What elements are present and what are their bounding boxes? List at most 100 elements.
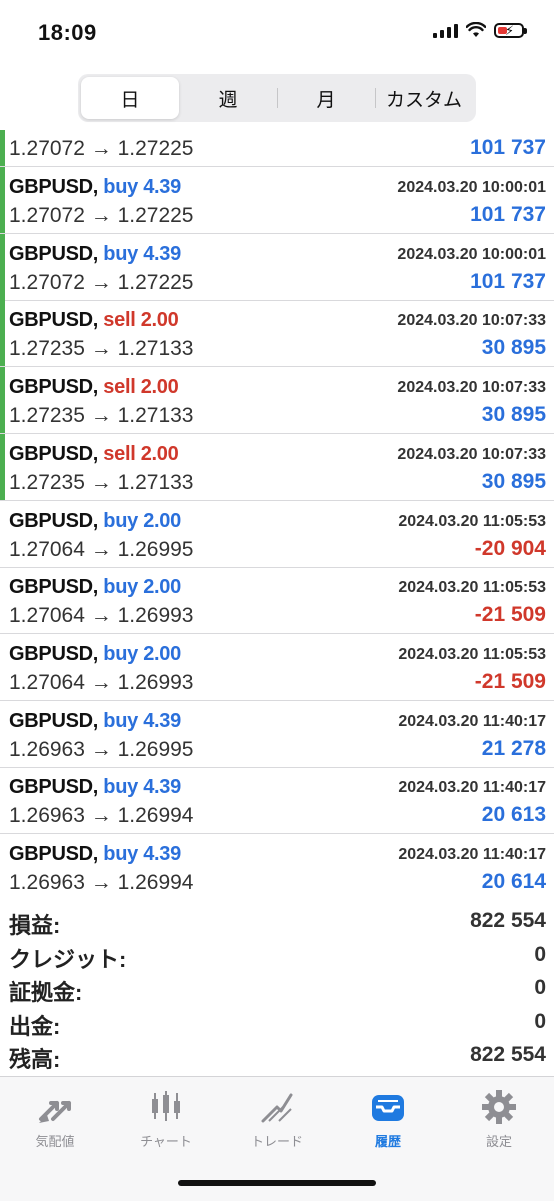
cellular-signal-icon bbox=[433, 22, 458, 38]
trade-prices: 1.27072 → 1.27225 bbox=[9, 137, 194, 160]
trade-symbol: GBPUSD, bbox=[9, 776, 99, 799]
trade-profit: 21 278 bbox=[481, 736, 546, 760]
trade-prices: 1.27235 → 1.27133 bbox=[9, 337, 194, 361]
trade-row[interactable]: GBPUSD, buy 4.39 2024.03.20 10:00:01 1.270… bbox=[0, 167, 554, 234]
trade-profit: 20 613 bbox=[481, 803, 546, 827]
tabbar-item[interactable]: 気配値 bbox=[0, 1077, 110, 1157]
tab-week[interactable]: 週 bbox=[179, 77, 277, 119]
trade-side: buy 4.39 bbox=[103, 176, 181, 198]
trade-symbol: GBPUSD, bbox=[9, 843, 99, 865]
trade-side: buy 4.39 bbox=[103, 843, 181, 865]
summary-row: 出金: 0 bbox=[0, 1007, 554, 1040]
summary-label: クレジット: bbox=[9, 946, 127, 972]
trade-time: 2024.03.20 11:05:53 bbox=[398, 579, 546, 597]
trade-prices: 1.27235 → 1.27133 bbox=[9, 470, 194, 494]
trade-side: buy 4.39 bbox=[103, 709, 181, 732]
trade-row[interactable]: GBPUSD, sell 2.00 2024.03.20 10:07:33 1.27… bbox=[0, 300, 554, 368]
trade-time: 2024.03.20 11:40:17 bbox=[398, 779, 546, 797]
tabbar-item[interactable]: 履歴 bbox=[333, 1077, 443, 1157]
trade-row[interactable]: GBPUSD, sell 2.00 2024.03.20 10:07:33 1.27… bbox=[0, 367, 554, 435]
trade-profit: 101 737 bbox=[470, 203, 546, 226]
quotes-icon bbox=[35, 1087, 75, 1127]
trade-row-partial[interactable]: 1.27072 → 1.27225 101 737 bbox=[0, 130, 554, 167]
tab-month[interactable]: 月 bbox=[277, 77, 375, 119]
period-segmented-control: 日 週 月 カスタム bbox=[78, 74, 476, 122]
trade-profit: 30 895 bbox=[481, 403, 546, 427]
trade-profit: 101 737 bbox=[470, 136, 546, 159]
trade-side: sell 2.00 bbox=[103, 376, 179, 399]
trade-symbol-line: GBPUSD, buy 2.00 bbox=[9, 643, 181, 666]
trade-time: 2024.03.20 11:05:53 bbox=[398, 512, 546, 530]
trade-prices: 1.26963 → 1.26994 bbox=[9, 871, 194, 894]
summary-row: 証拠金: 0 bbox=[0, 973, 554, 1006]
trade-side: sell 2.00 bbox=[103, 442, 179, 465]
home-indicator bbox=[178, 1180, 376, 1186]
trade-symbol: GBPUSD, bbox=[9, 442, 99, 465]
trade-history-list[interactable]: 1.27072 → 1.27225 101 737 GBPUSD, buy 4.… bbox=[0, 130, 554, 900]
summary-value: 822 554 bbox=[470, 909, 546, 932]
trade-symbol: GBPUSD, bbox=[9, 309, 99, 332]
trade-profit: 20 614 bbox=[481, 870, 546, 893]
tabbar-label: チャート bbox=[140, 1134, 192, 1149]
trade-symbol: GBPUSD, bbox=[9, 376, 99, 399]
tab-custom[interactable]: カスタム bbox=[375, 77, 473, 119]
trade-profit: 30 895 bbox=[481, 469, 546, 493]
trade-row[interactable]: GBPUSD, buy 2.00 2024.03.20 11:05:53 1.270… bbox=[0, 501, 554, 568]
trade-symbol-line: GBPUSD, buy 4.39 bbox=[9, 843, 181, 866]
trade-profit: 30 895 bbox=[481, 336, 546, 360]
tabbar-label: 履歴 bbox=[374, 1134, 401, 1149]
trade-row[interactable]: GBPUSD, buy 2.00 2024.03.20 11:05:53 1.270… bbox=[0, 567, 554, 635]
battery-icon: ⚡ bbox=[494, 22, 527, 38]
trade-row[interactable]: GBPUSD, buy 4.39 2024.03.20 10:00:01 1.270… bbox=[0, 233, 554, 301]
status-icons: ⚡ bbox=[433, 22, 527, 38]
trade-prices: 1.27235 → 1.27133 bbox=[9, 404, 194, 428]
trade-side: buy 2.00 bbox=[103, 642, 181, 665]
trade-symbol-line: GBPUSD, sell 2.00 bbox=[9, 309, 179, 332]
tabbar-label: 設定 bbox=[485, 1134, 512, 1149]
trade-profit: -20 904 bbox=[474, 536, 546, 560]
trade-symbol-line: GBPUSD, buy 2.00 bbox=[9, 576, 181, 599]
trade-symbol-line: GBPUSD, buy 2.00 bbox=[9, 510, 181, 533]
trade-time: 2024.03.20 10:07:33 bbox=[397, 312, 546, 330]
tabbar-item[interactable]: 設定 bbox=[444, 1077, 554, 1157]
trade-prices: 1.26963 → 1.26995 bbox=[9, 737, 194, 761]
trade-profit: -21 509 bbox=[474, 603, 546, 627]
trade-side: buy 2.00 bbox=[103, 509, 181, 532]
trade-symbol: GBPUSD, bbox=[9, 509, 99, 532]
trade-time: 2024.03.20 10:00:01 bbox=[397, 179, 546, 196]
status-bar: 18:09 ⚡ bbox=[0, 0, 554, 66]
tabbar-item[interactable]: チャート bbox=[111, 1077, 221, 1157]
trade-symbol: GBPUSD, bbox=[9, 176, 99, 198]
trade-prices: 1.27072 → 1.27225 bbox=[9, 270, 194, 294]
trade-time: 2024.03.20 11:40:17 bbox=[398, 712, 546, 730]
trade-profit: 101 737 bbox=[470, 269, 546, 293]
summary-value: 0 bbox=[534, 1009, 546, 1033]
trade-side: buy 4.39 bbox=[103, 776, 181, 799]
summary-label: 残高: bbox=[9, 1047, 61, 1072]
summary-value: 822 554 bbox=[470, 1043, 546, 1066]
trade-row[interactable]: GBPUSD, buy 4.39 2024.03.20 11:40:17 1.269… bbox=[0, 767, 554, 835]
tab-day[interactable]: 日 bbox=[81, 77, 179, 119]
summary-row: 損益: 822 554 bbox=[0, 906, 554, 939]
trade-prices: 1.27064 → 1.26995 bbox=[9, 537, 194, 561]
trade-row[interactable]: GBPUSD, buy 4.39 2024.03.20 11:40:17 1.269… bbox=[0, 701, 554, 768]
trade-symbol-line: GBPUSD, buy 4.39 bbox=[9, 176, 181, 199]
trade-symbol-line: GBPUSD, sell 2.00 bbox=[9, 376, 179, 399]
trade-side: buy 4.39 bbox=[103, 242, 181, 265]
trade-symbol-line: GBPUSD, buy 4.39 bbox=[9, 776, 181, 799]
trade-prices: 1.26963 → 1.26994 bbox=[9, 804, 194, 828]
trade-row[interactable]: GBPUSD, buy 2.00 2024.03.20 11:05:53 1.270… bbox=[0, 634, 554, 701]
trade-symbol-line: GBPUSD, sell 2.00 bbox=[9, 442, 179, 466]
trade-time: 2024.03.20 11:40:17 bbox=[398, 846, 546, 863]
trade-symbol: GBPUSD, bbox=[9, 576, 99, 599]
trade-prices: 1.27072 → 1.27225 bbox=[9, 204, 194, 227]
trade-row[interactable]: GBPUSD, sell 2.00 2024.03.20 10:07:33 1.27… bbox=[0, 433, 554, 501]
trade-time: 2024.03.20 10:07:33 bbox=[397, 379, 546, 397]
trade-icon bbox=[257, 1087, 297, 1127]
trade-row[interactable]: GBPUSD, buy 4.39 2024.03.20 11:40:17 1.269… bbox=[0, 834, 554, 900]
summary-label: 損益: bbox=[9, 913, 61, 938]
candlestick-chart-icon bbox=[146, 1087, 186, 1127]
summary-value: 0 bbox=[534, 942, 546, 966]
tabbar-item[interactable]: トレード bbox=[222, 1077, 332, 1157]
summary-row: クレジット: 0 bbox=[0, 940, 554, 973]
